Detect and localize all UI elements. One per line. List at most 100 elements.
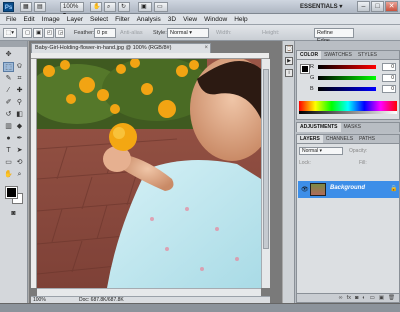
zoom-level-dropdown[interactable]: 100% ▾: [60, 2, 84, 18]
info-panel-icon[interactable]: i: [285, 69, 293, 77]
layer-row-background[interactable]: 👁 Background 🔒: [298, 181, 399, 198]
document-tab[interactable]: Baby-Girl-Holding-flower-in-hand.jpg @ 1…: [31, 43, 211, 53]
screen-mode-icon[interactable]: ▭: [154, 2, 168, 12]
add-mask-icon[interactable]: ◙: [355, 294, 358, 302]
red-channel-value[interactable]: 0: [382, 63, 396, 71]
history-brush-tool-icon[interactable]: ↺: [3, 110, 14, 120]
actions-panel-icon[interactable]: ▶: [285, 57, 293, 65]
menu-image[interactable]: Image: [42, 16, 60, 23]
menu-window[interactable]: Window: [204, 16, 227, 23]
tab-adjustments[interactable]: ADJUSTMENTS: [297, 123, 341, 132]
blue-channel-slider[interactable]: B 0: [310, 85, 398, 93]
lasso-tool-icon[interactable]: ଡ: [14, 62, 25, 72]
menu-filter[interactable]: Filter: [115, 16, 129, 23]
blur-tool-icon[interactable]: ◆: [14, 122, 25, 132]
color-swatches[interactable]: [5, 186, 24, 205]
link-layers-icon[interactable]: ∞: [339, 294, 343, 302]
menu-3d[interactable]: 3D: [168, 16, 176, 23]
zoom-tool-icon[interactable]: ⌕: [104, 2, 116, 12]
eraser-tool-icon[interactable]: ◧: [14, 110, 25, 120]
hand-tool-icon[interactable]: ✋: [90, 2, 102, 12]
red-channel-bar[interactable]: [318, 65, 376, 69]
tab-paths[interactable]: PATHS: [356, 135, 378, 143]
healing-brush-tool-icon[interactable]: ✚: [14, 86, 25, 96]
menu-help[interactable]: Help: [234, 16, 247, 23]
workspace-switcher[interactable]: ESSENTIALS ▾: [300, 2, 350, 12]
layer-name[interactable]: Background: [330, 185, 365, 191]
quick-select-tool-icon[interactable]: ✎: [3, 74, 14, 84]
menu-analysis[interactable]: Analysis: [137, 16, 161, 23]
new-layer-icon[interactable]: ▣: [379, 294, 384, 302]
close-document-icon[interactable]: ×: [204, 44, 208, 53]
intersect-selection-icon[interactable]: ◲: [55, 28, 65, 38]
blue-channel-bar[interactable]: [318, 87, 376, 91]
visibility-eye-icon[interactable]: 👁: [301, 186, 309, 193]
close-button[interactable]: ✕: [385, 1, 398, 12]
foreground-color-swatch[interactable]: [5, 186, 18, 199]
refine-edge-button[interactable]: Refine Edge...: [314, 28, 354, 44]
new-selection-icon[interactable]: ▢: [22, 28, 32, 38]
3d-rotate-tool-icon[interactable]: ⟲: [14, 158, 25, 168]
feather-input[interactable]: 0 px: [94, 28, 116, 38]
pen-tool-icon[interactable]: ✒: [14, 134, 25, 144]
menu-view[interactable]: View: [183, 16, 197, 23]
new-group-icon[interactable]: ▭: [370, 294, 375, 302]
eyedropper-tool-icon[interactable]: ⁄: [3, 86, 14, 96]
tab-masks[interactable]: MASKS: [341, 123, 365, 132]
clone-stamp-tool-icon[interactable]: ⚲: [14, 98, 25, 108]
tools-panel-grip[interactable]: [0, 41, 27, 47]
arrange-documents-icon[interactable]: ▣: [138, 2, 152, 12]
zoom-tool-panel-icon[interactable]: ⌕: [14, 170, 25, 180]
adjustment-layer-icon[interactable]: ◐: [362, 294, 365, 302]
vertical-scroll-thumb[interactable]: [263, 69, 269, 249]
green-channel-slider[interactable]: G 0: [310, 74, 398, 82]
horizontal-scrollbar[interactable]: [37, 288, 261, 296]
red-channel-slider[interactable]: R 0: [310, 63, 398, 71]
mini-bridge-icon[interactable]: ▤: [34, 2, 46, 12]
tab-color[interactable]: COLOR: [297, 51, 322, 59]
layer-thumbnail: [310, 183, 326, 196]
dodge-tool-icon[interactable]: ●: [3, 134, 14, 144]
tool-preset-picker[interactable]: ⬚▾: [3, 28, 17, 38]
bridge-icon[interactable]: ▦: [20, 2, 32, 12]
grayscale-ramp[interactable]: [299, 111, 397, 114]
menu-select[interactable]: Select: [90, 16, 108, 23]
add-selection-icon[interactable]: ▣: [33, 28, 43, 38]
menu-layer[interactable]: Layer: [67, 16, 83, 23]
marquee-tool-icon[interactable]: ⬚: [3, 62, 14, 72]
crop-tool-icon[interactable]: ⌗: [14, 74, 25, 84]
quick-mask-icon[interactable]: ◙: [8, 209, 19, 219]
menu-edit[interactable]: Edit: [23, 16, 34, 23]
layers-panel: LAYERS CHANNELS PATHS Normal ▾ Opacity: …: [296, 134, 400, 303]
hand-tool-panel-icon[interactable]: ✋: [3, 170, 14, 180]
blend-mode-value: Normal: [302, 148, 319, 154]
tab-styles[interactable]: STYLES: [355, 51, 380, 59]
blend-mode-dropdown[interactable]: Normal ▾: [299, 147, 343, 155]
tab-layers[interactable]: LAYERS: [297, 135, 323, 143]
shape-tool-icon[interactable]: ▭: [3, 158, 14, 168]
tab-channels[interactable]: CHANNELS: [323, 135, 356, 143]
gradient-tool-icon[interactable]: ▥: [3, 122, 14, 132]
rotate-view-icon[interactable]: ↻: [118, 2, 130, 12]
layer-style-icon[interactable]: fx: [347, 294, 351, 302]
style-dropdown[interactable]: Normal ▾: [167, 28, 209, 38]
subtract-selection-icon[interactable]: ◰: [44, 28, 54, 38]
image-canvas[interactable]: [37, 59, 261, 288]
antialias-checkbox-label[interactable]: Anti-alias: [120, 30, 143, 36]
color-panel-foreground-swatch[interactable]: [300, 64, 310, 74]
menu-file[interactable]: File: [6, 16, 16, 23]
color-spectrum-ramp[interactable]: [299, 101, 397, 111]
path-selection-tool-icon[interactable]: ➤: [14, 146, 25, 156]
green-channel-value[interactable]: 0: [382, 74, 396, 82]
vertical-scrollbar[interactable]: [261, 59, 270, 288]
move-tool-icon[interactable]: ✥: [3, 50, 14, 60]
green-channel-bar[interactable]: [318, 76, 376, 80]
delete-layer-icon[interactable]: 🗑: [388, 294, 395, 302]
minimize-button[interactable]: –: [357, 1, 370, 12]
blue-channel-value[interactable]: 0: [382, 85, 396, 93]
maximize-button[interactable]: □: [371, 1, 384, 12]
history-panel-icon[interactable]: ⌚: [285, 45, 293, 53]
tab-swatches[interactable]: SWATCHES: [321, 51, 355, 59]
type-tool-icon[interactable]: T: [3, 146, 14, 156]
brush-tool-icon[interactable]: ✐: [3, 98, 14, 108]
